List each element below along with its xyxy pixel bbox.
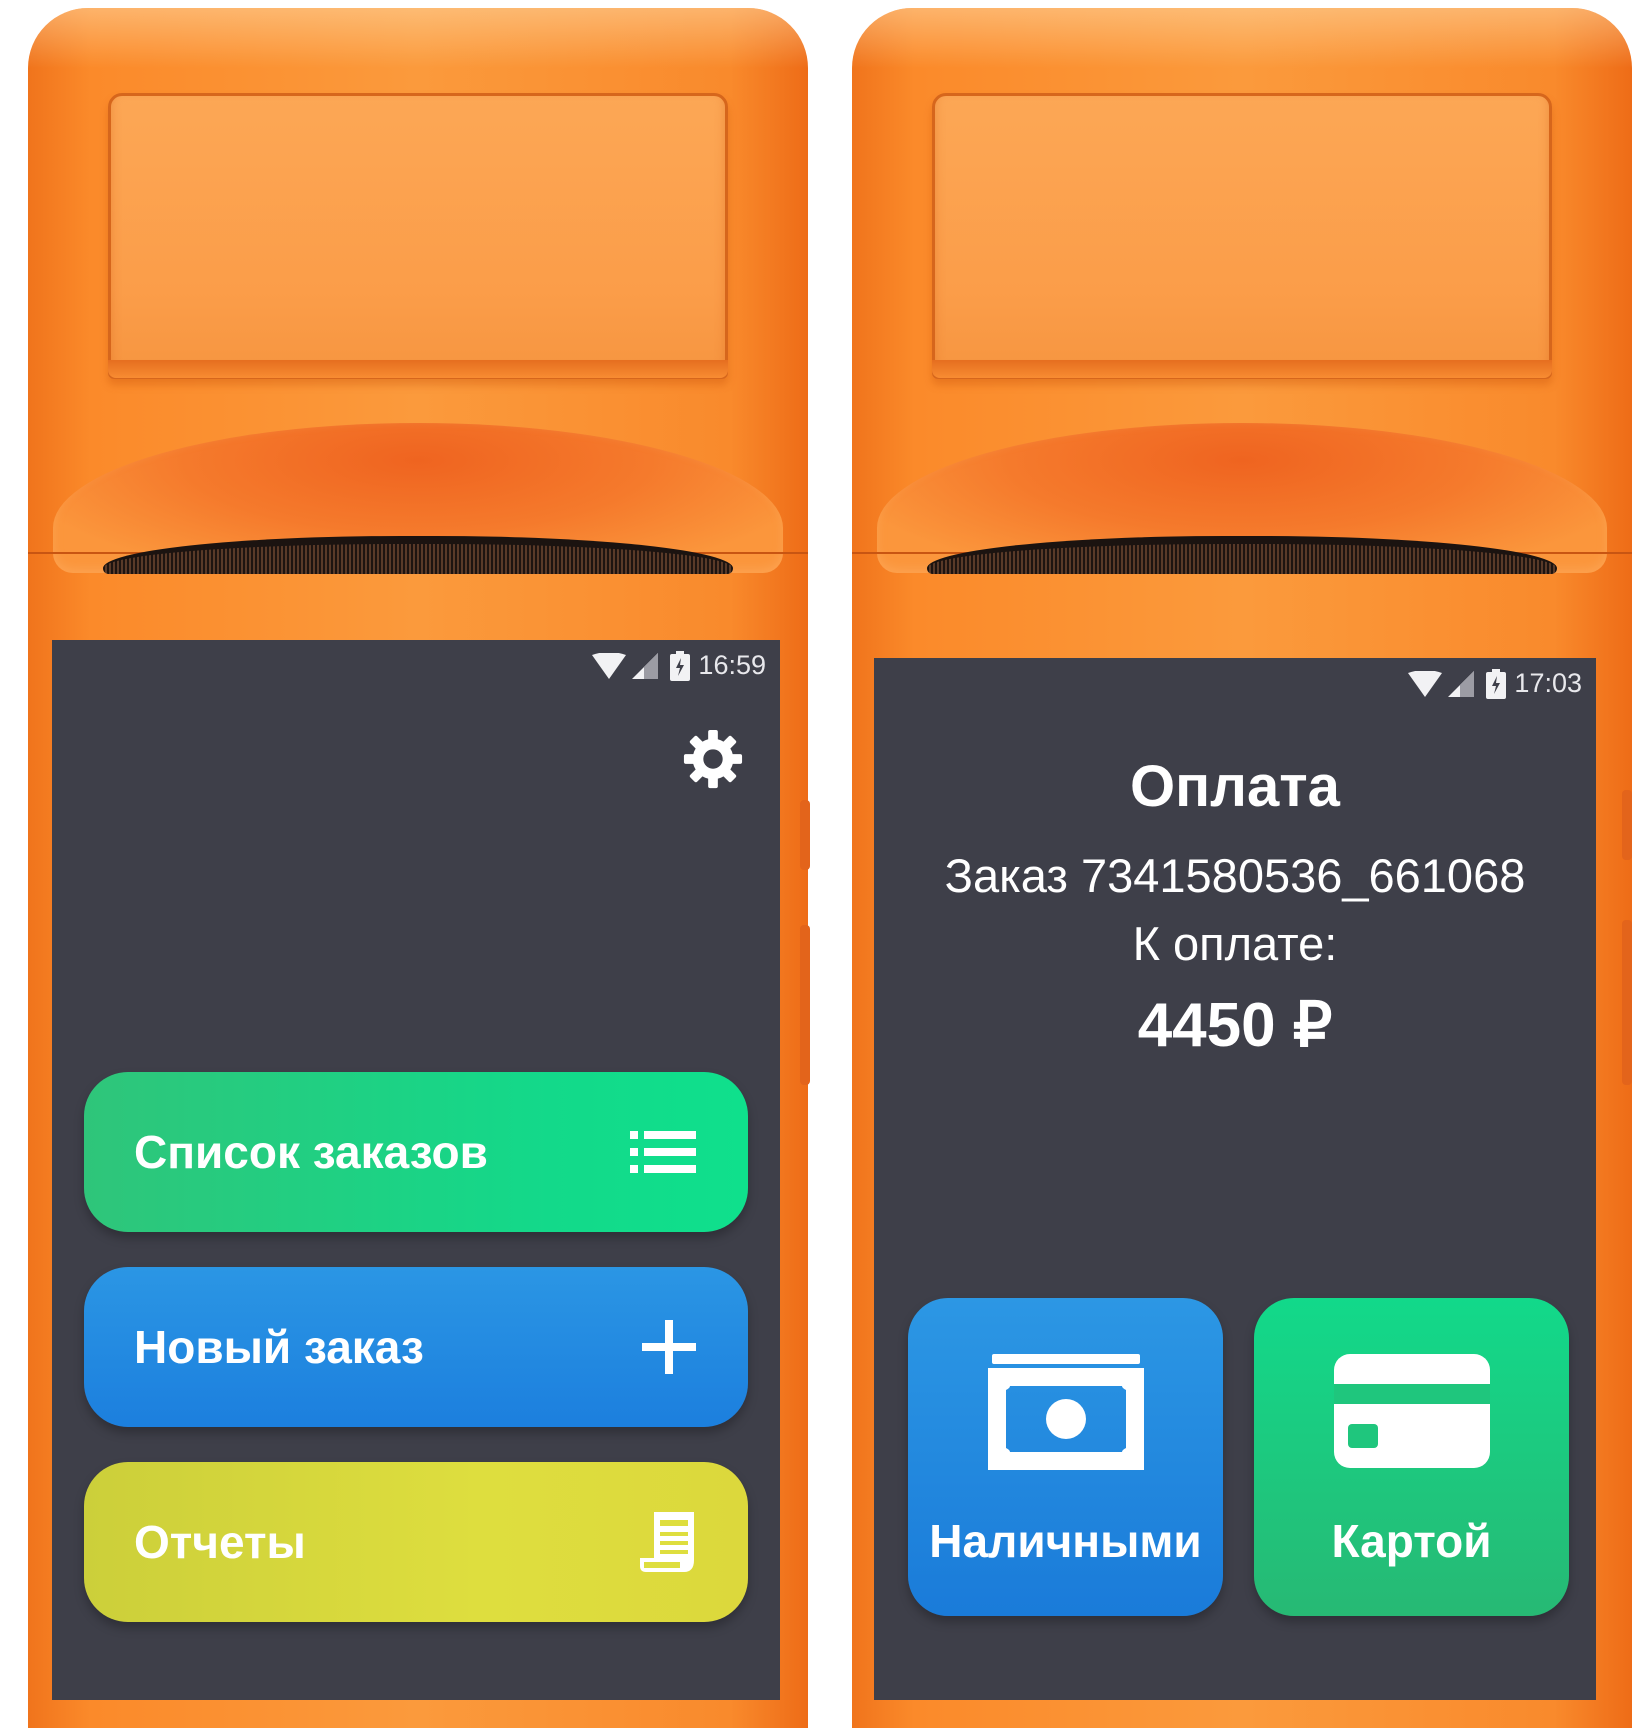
pay-card-button[interactable]: Картой bbox=[1254, 1298, 1569, 1616]
side-button-power-left[interactable] bbox=[800, 925, 810, 1085]
pay-cash-label: Наличными bbox=[929, 1515, 1202, 1567]
printer-lid-lip bbox=[932, 360, 1552, 378]
page-title: Оплата bbox=[1130, 754, 1340, 819]
device-top-highlight bbox=[28, 8, 808, 68]
main-menu-screen: 16:59 Список заказов Новый заказ Отчеты bbox=[52, 640, 780, 1700]
signal-icon bbox=[632, 652, 659, 679]
order-list-button[interactable]: Список заказов bbox=[84, 1072, 748, 1232]
pay-card-label: Картой bbox=[1331, 1515, 1492, 1567]
payment-screen: 17:03 Оплата Заказ 7341580536_661068 К о… bbox=[874, 658, 1596, 1700]
battery-icon bbox=[1486, 668, 1507, 699]
amount-due-value: 4450 ₽ bbox=[1137, 991, 1333, 1060]
wifi-icon bbox=[592, 652, 627, 679]
wifi-icon bbox=[1408, 670, 1443, 697]
side-button-volume-left[interactable] bbox=[800, 800, 810, 870]
reports-button[interactable]: Отчеты bbox=[84, 1462, 748, 1622]
printer-lid-lip bbox=[108, 360, 728, 378]
battery-icon bbox=[670, 650, 691, 681]
cash-icon bbox=[987, 1354, 1144, 1470]
new-order-button[interactable]: Новый заказ bbox=[84, 1267, 748, 1427]
side-button-volume-right[interactable] bbox=[1622, 790, 1632, 860]
status-bar: 17:03 bbox=[1408, 668, 1582, 699]
signal-icon bbox=[1448, 670, 1475, 697]
card-icon bbox=[1333, 1354, 1490, 1468]
side-button-power-right[interactable] bbox=[1622, 920, 1632, 1085]
status-time: 17:03 bbox=[1514, 668, 1582, 698]
reports-label: Отчеты bbox=[134, 1516, 306, 1568]
plus-icon bbox=[642, 1320, 696, 1374]
printer-lid bbox=[108, 93, 728, 379]
receipt-icon bbox=[640, 1512, 694, 1572]
list-icon bbox=[630, 1131, 696, 1173]
order-number: Заказ 7341580536_661068 bbox=[944, 849, 1526, 902]
amount-due-label: К оплате: bbox=[1132, 917, 1338, 970]
new-order-label: Новый заказ bbox=[134, 1321, 424, 1373]
status-time: 16:59 bbox=[698, 650, 766, 680]
pay-cash-button[interactable]: Наличными bbox=[908, 1298, 1223, 1616]
order-list-label: Список заказов bbox=[134, 1126, 488, 1178]
printer-lid bbox=[932, 93, 1552, 379]
status-bar: 16:59 bbox=[592, 650, 766, 681]
device-top-highlight bbox=[852, 8, 1632, 68]
gear-icon[interactable] bbox=[682, 728, 744, 790]
